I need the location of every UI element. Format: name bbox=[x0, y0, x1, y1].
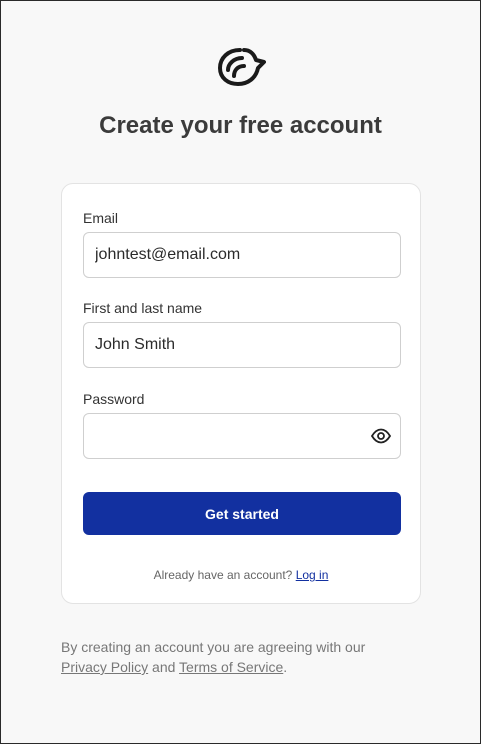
login-row: Already have an account? Log in bbox=[62, 568, 420, 582]
login-prompt: Already have an account? bbox=[153, 568, 293, 582]
get-started-button[interactable]: Get started bbox=[83, 492, 401, 535]
terms-and: and bbox=[152, 659, 176, 675]
bird-logo-icon bbox=[218, 48, 266, 86]
email-label: Email bbox=[83, 210, 119, 226]
email-field[interactable] bbox=[83, 232, 401, 278]
terms-of-service-link[interactable]: Terms of Service bbox=[179, 659, 283, 675]
name-label: First and last name bbox=[83, 300, 203, 316]
password-label: Password bbox=[83, 391, 145, 407]
login-link[interactable]: Log in bbox=[296, 568, 329, 582]
terms-intro: By creating an account you are agreeing … bbox=[61, 639, 366, 655]
page-title: Create your free account bbox=[99, 112, 382, 139]
password-field[interactable] bbox=[83, 413, 401, 459]
eye-icon[interactable] bbox=[371, 428, 391, 444]
privacy-policy-link[interactable]: Privacy Policy bbox=[61, 659, 148, 675]
terms-period: . bbox=[283, 659, 288, 675]
terms-notice: By creating an account you are agreeing … bbox=[61, 637, 441, 677]
signup-card: Email First and last name Password Get s… bbox=[61, 183, 421, 604]
name-field[interactable] bbox=[83, 322, 401, 368]
